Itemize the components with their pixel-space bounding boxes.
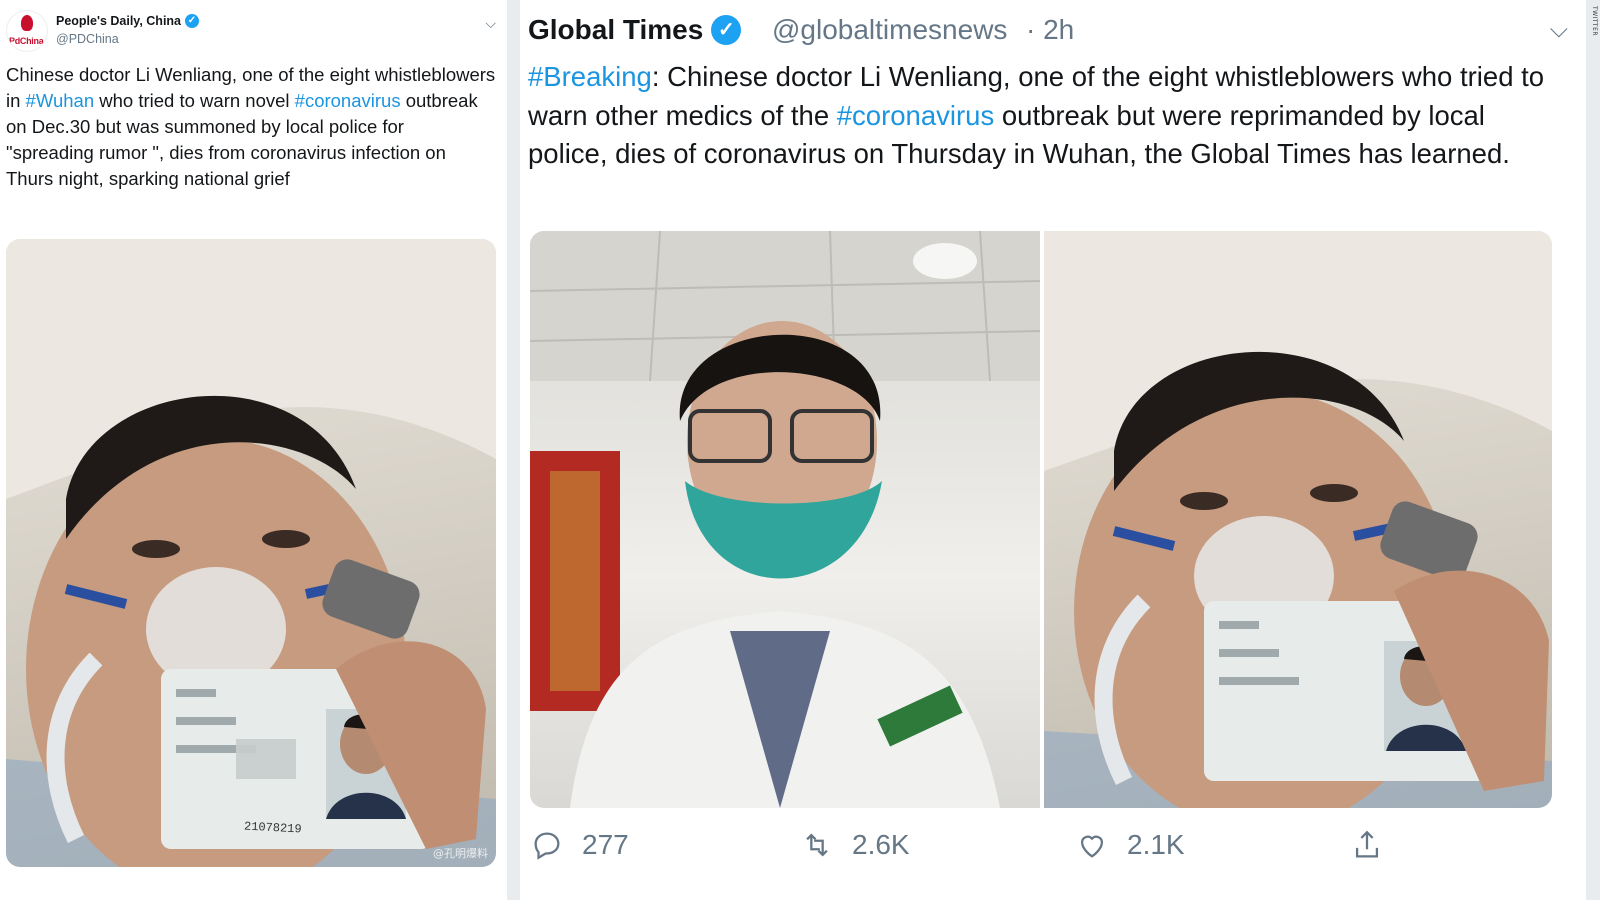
tweet-global-times: Global Times ✓ @globaltimesnews · 2h ⌵ #… <box>520 0 1586 900</box>
tweet-text: #Breaking: Chinese doctor Li Wenliang, o… <box>528 58 1568 174</box>
reply-icon <box>534 832 560 860</box>
display-name[interactable]: Global Times ✓ <box>528 14 742 46</box>
hashtag-link[interactable]: #coronavirus <box>295 90 401 111</box>
photo-illustration <box>6 239 496 867</box>
share-button[interactable] <box>1350 828 1384 862</box>
tweet-timestamp[interactable]: · 2h <box>1026 14 1074 46</box>
avatar[interactable]: PdChina <box>6 10 48 52</box>
tweet-photo-masked-doctor[interactable] <box>530 231 1040 808</box>
like-icon <box>1080 835 1104 858</box>
reply-count: 277 <box>582 829 629 860</box>
tweet-text: Chinese doctor Li Wenliang, one of the e… <box>6 62 496 192</box>
share-icon <box>1355 830 1379 858</box>
hashtag-link[interactable]: #Wuhan <box>26 90 95 111</box>
tweet-photo-hospital-selfie[interactable] <box>1044 231 1552 808</box>
tweet-header: Global Times ✓ @globaltimesnews · 2h ⌵ <box>528 14 1578 54</box>
retweet-count: 2.6K <box>852 829 910 860</box>
chevron-down-icon[interactable]: ⌵ <box>1550 16 1568 44</box>
reply-button[interactable]: 277 <box>530 828 629 862</box>
tweet-text-segment: who tried to warn novel <box>94 90 295 111</box>
hashtag-link[interactable]: #Breaking <box>528 61 652 92</box>
verified-badge-icon: ✓ <box>185 14 199 28</box>
id-number: 21078219 <box>243 819 302 837</box>
user-handle[interactable]: @PDChina <box>56 32 119 46</box>
verified-badge-icon: ✓ <box>711 15 742 45</box>
like-count: 2.1K <box>1127 829 1185 860</box>
retweet-button[interactable]: 2.6K <box>800 828 910 862</box>
photo-illustration <box>530 231 1040 808</box>
retweet-icon <box>806 833 828 857</box>
tweet-actions: 277 2.6K 2.1K <box>530 828 1570 872</box>
photo-illustration <box>1044 231 1552 808</box>
weibo-watermark: @孔明爆料 <box>433 847 488 860</box>
tweet-people-daily: PdChina People's Daily, China ✓ @PDChina… <box>0 0 508 900</box>
source-watermark: TWITTER <box>1591 6 1598 37</box>
logo-flame-icon <box>21 15 33 31</box>
display-name-text: Global Times <box>528 14 704 45</box>
chevron-down-icon[interactable]: ⌵ <box>485 16 496 32</box>
like-button[interactable]: 2.1K <box>1075 828 1185 862</box>
tweet-photo-hospital-selfie[interactable]: 21078219 @孔明爆料 <box>6 239 496 867</box>
user-handle[interactable]: @globaltimesnews <box>772 14 1007 46</box>
tweet-header: PdChina People's Daily, China ✓ @PDChina… <box>6 10 504 52</box>
avatar-label: PdChina <box>9 36 44 46</box>
display-name[interactable]: People's Daily, China ✓ <box>56 14 199 28</box>
display-name-text: People's Daily, China <box>56 14 181 28</box>
hashtag-link[interactable]: #coronavirus <box>837 100 994 131</box>
